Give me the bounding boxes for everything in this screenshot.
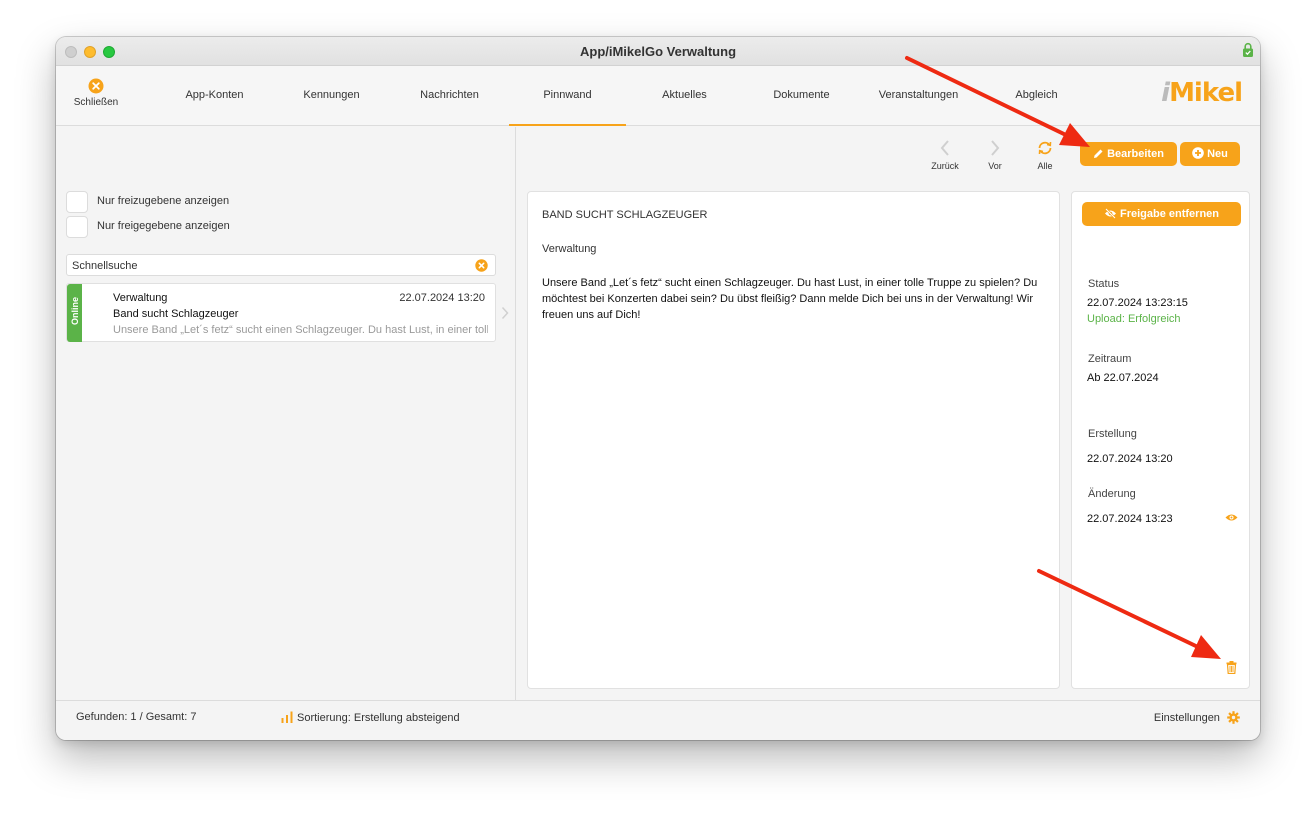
chevron-right-icon [991, 140, 1000, 156]
chevron-right-icon [501, 306, 509, 320]
back-label: Zurück [931, 161, 959, 171]
upload-status: Upload: Erfolgreich [1087, 313, 1181, 325]
main-toolbar: Schließen App-Konten Kennungen Nachricht… [56, 66, 1260, 126]
status-date: 22.07.2024 13:23:15 [1087, 297, 1188, 309]
close-circle-icon [88, 78, 104, 94]
app-window: App/iMikelGo Verwaltung Schließen App-Ko… [56, 37, 1260, 740]
all-label: Alle [1037, 161, 1053, 171]
tab-abgleich[interactable]: Abgleich [978, 66, 1095, 126]
unreleased-checkbox[interactable] [66, 191, 88, 213]
tab-kennungen[interactable]: Kennungen [273, 66, 390, 126]
created-label: Erstellung [1088, 428, 1137, 440]
imikel-logo: iMikel [1161, 78, 1243, 108]
all-button[interactable]: Alle [1025, 139, 1065, 171]
period-value: Ab 22.07.2024 [1087, 372, 1159, 384]
settings-button[interactable]: Einstellungen [1154, 711, 1240, 724]
bar-chart-icon [281, 711, 293, 723]
list-panel: Nur freizugebene anzeigen Nur freigegebe… [56, 127, 516, 700]
forward-label: Vor [988, 161, 1002, 171]
unreleased-label: Nur freizugebene anzeigen [97, 195, 230, 207]
chevron-left-icon [940, 140, 949, 156]
plus-circle-icon [1192, 147, 1204, 159]
clear-icon[interactable] [475, 259, 488, 272]
forward-button[interactable]: Vor [975, 139, 1015, 171]
eye-slash-icon [1104, 208, 1116, 219]
released-checkbox[interactable] [66, 216, 88, 238]
refresh-icon [1038, 141, 1052, 155]
item-preview: Unsere Band „Let´s fetz“ sucht einen Sch… [113, 324, 488, 336]
post-author: Verwaltung [542, 243, 597, 255]
list-item[interactable]: Online Verwaltung 22.07.2024 13:20 Band … [66, 283, 496, 342]
found-count: Gefunden: 1 / Gesamt: 7 [76, 711, 197, 723]
sort-control[interactable]: Sortierung: Erstellung absteigend [281, 711, 460, 724]
status-badge: Online [67, 284, 82, 342]
remove-release-button[interactable]: Freigabe entfernen [1082, 202, 1241, 226]
action-bar: Zurück Vor Alle Bearbeiten Neu [517, 127, 1260, 189]
changed-value: 22.07.2024 13:23 [1087, 513, 1173, 525]
tab-aktuelles[interactable]: Aktuelles [626, 66, 743, 126]
pencil-icon [1094, 149, 1103, 158]
lock-icon [1243, 42, 1253, 57]
eye-icon[interactable] [1225, 513, 1238, 522]
tab-app-konten[interactable]: App-Konten [156, 66, 273, 126]
search-input[interactable] [72, 258, 462, 273]
item-title: Band sucht Schlagzeuger [113, 308, 239, 320]
tab-nachrichten[interactable]: Nachrichten [391, 66, 508, 126]
gear-icon [1227, 711, 1240, 724]
search-box[interactable] [66, 254, 496, 276]
edit-button[interactable]: Bearbeiten [1080, 142, 1177, 166]
tab-pinnwand[interactable]: Pinnwand [509, 66, 626, 126]
status-label: Status [1088, 278, 1120, 290]
period-label: Zeitraum [1088, 353, 1132, 365]
post-detail-card: BAND SUCHT SCHLAGZEUGER Verwaltung Unser… [527, 191, 1060, 689]
statusbar: Gefunden: 1 / Gesamt: 7 Sortierung: Erst… [56, 700, 1260, 740]
titlebar: App/iMikelGo Verwaltung [56, 37, 1260, 66]
item-author: Verwaltung [113, 292, 168, 304]
post-title: BAND SUCHT SCHLAGZEUGER [542, 209, 708, 221]
item-date: 22.07.2024 13:20 [399, 292, 485, 304]
details-panel: Freigabe entfernen Status 22.07.2024 13:… [1071, 191, 1250, 689]
close-button[interactable]: Schließen [68, 78, 124, 108]
close-label: Schließen [73, 97, 119, 108]
changed-label: Änderung [1088, 488, 1136, 500]
new-button[interactable]: Neu [1180, 142, 1240, 166]
tab-dokumente[interactable]: Dokumente [743, 66, 860, 126]
post-body: Unsere Band „Let´s fetz“ sucht einen Sch… [542, 277, 1038, 321]
trash-icon[interactable] [1226, 661, 1237, 674]
tab-veranstaltungen[interactable]: Veranstaltungen [860, 66, 977, 126]
released-label: Nur freigegebene anzeigen [97, 220, 230, 232]
window-title: App/iMikelGo Verwaltung [579, 44, 737, 59]
back-button[interactable]: Zurück [925, 139, 965, 171]
created-value: 22.07.2024 13:20 [1087, 453, 1173, 465]
